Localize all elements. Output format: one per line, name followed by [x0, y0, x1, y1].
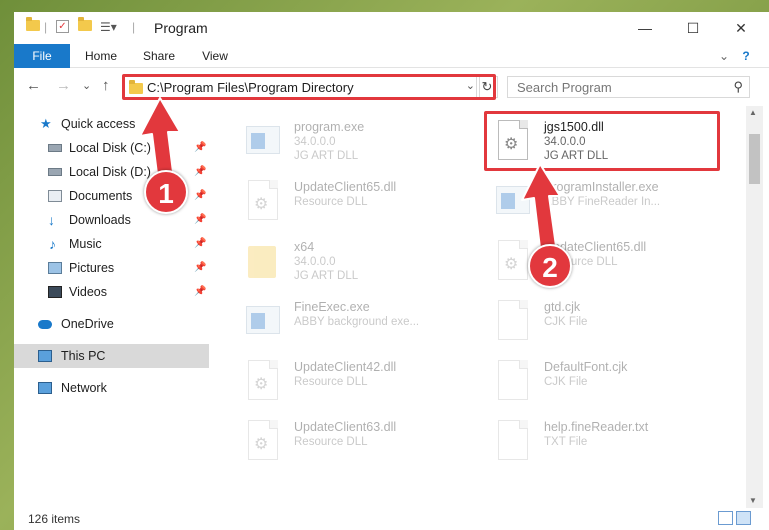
status-bar: 126 items: [14, 508, 769, 530]
customize-toolbar-icon[interactable]: ☰▾: [100, 20, 117, 34]
videos-icon: [48, 286, 62, 298]
tab-file[interactable]: File: [14, 44, 70, 68]
sidebar-item-music[interactable]: ♪ Music 📌: [14, 232, 209, 256]
file-item[interactable]: DefaultFont.cjk CJK File: [484, 354, 724, 410]
title-bar: | ✓ ☰▾ | Program — ☐ ✕: [14, 12, 769, 44]
pin-icon[interactable]: 📌: [194, 232, 206, 256]
exe-icon: [494, 180, 530, 224]
navigation-pane: ★ Quick access Local Disk (C:) 📌 Local D…: [14, 108, 209, 508]
tab-view[interactable]: View: [190, 44, 240, 68]
file-item[interactable]: FineExec.exe ABBY background exe...: [234, 294, 474, 350]
minimize-button[interactable]: —: [622, 12, 668, 44]
pin-icon[interactable]: 📌: [194, 184, 206, 208]
dll-icon: ⚙: [494, 240, 530, 284]
title-separator: |: [132, 20, 136, 34]
folder-icon: [244, 240, 280, 284]
star-icon: ★: [40, 116, 52, 131]
toolbar-separator: |: [44, 20, 48, 34]
up-button[interactable]: ↑: [102, 77, 110, 94]
search-input[interactable]: Search Program: [517, 80, 612, 95]
sidebar-item-videos[interactable]: Videos 📌: [14, 280, 209, 304]
tab-share[interactable]: Share: [134, 44, 184, 68]
step-1-badge: 1: [144, 170, 188, 214]
pin-icon[interactable]: 📌: [194, 208, 206, 232]
sidebar-item-quick-access[interactable]: ★ Quick access: [14, 112, 209, 136]
network-icon: [38, 382, 52, 394]
close-button[interactable]: ✕: [718, 12, 764, 44]
drive-icon: [48, 168, 62, 176]
sidebar-item-pictures[interactable]: Pictures 📌: [14, 256, 209, 280]
pin-icon[interactable]: 📌: [194, 160, 206, 184]
sidebar-item-network[interactable]: Network: [14, 376, 209, 400]
ribbon-expand-icon[interactable]: ⌄: [714, 44, 734, 68]
sidebar-item-onedrive[interactable]: OneDrive: [14, 312, 209, 336]
sidebar-item-this-pc[interactable]: This PC: [14, 344, 209, 368]
file-item[interactable]: ⚙ UpdateClient42.dll Resource DLL: [234, 354, 474, 410]
large-icons-view-button[interactable]: [736, 511, 751, 525]
search-icon[interactable]: ⚲: [733, 79, 743, 95]
maximize-button[interactable]: ☐: [670, 12, 716, 44]
computer-icon: [38, 350, 52, 362]
new-folder-icon[interactable]: [78, 17, 92, 31]
file-icon: [494, 420, 530, 464]
file-item[interactable]: help.fineReader.txt TXT File: [484, 414, 724, 470]
scroll-up-icon[interactable]: ▲: [749, 108, 757, 117]
music-icon: ♪: [49, 236, 56, 252]
details-view-button[interactable]: [718, 511, 733, 525]
exe-icon: [244, 120, 280, 164]
file-highlight-box: [484, 111, 720, 171]
pin-icon[interactable]: 📌: [194, 256, 206, 280]
address-row: ← → ⌄ ↑ C:\Program Files\Program Directo…: [14, 68, 769, 106]
sidebar-item-downloads[interactable]: ↓ Downloads 📌: [14, 208, 209, 232]
file-item[interactable]: ⚙ UpdateClient63.dll Resource DLL: [234, 414, 474, 470]
scroll-thumb[interactable]: [749, 134, 760, 184]
properties-icon[interactable]: ✓: [56, 20, 69, 33]
file-icon: [494, 300, 530, 344]
sidebar-item-local-disk-c[interactable]: Local Disk (C:) 📌: [14, 136, 209, 160]
recent-locations-button[interactable]: ⌄: [82, 79, 91, 92]
ribbon: File Home Share View ⌄ ?: [14, 44, 769, 68]
file-icon: [494, 360, 530, 404]
download-icon: ↓: [48, 212, 55, 228]
back-button[interactable]: ←: [26, 77, 41, 94]
dll-icon: ⚙: [244, 420, 280, 464]
file-item[interactable]: gtd.cjk CJK File: [484, 294, 724, 350]
forward-button[interactable]: →: [56, 77, 71, 94]
drive-icon: [48, 144, 62, 152]
pictures-icon: [48, 262, 62, 274]
item-count: 126 items: [28, 512, 81, 526]
vertical-scrollbar[interactable]: ▲ ▼: [746, 106, 763, 508]
cloud-icon: [38, 320, 52, 329]
pin-icon[interactable]: 📌: [194, 280, 206, 304]
file-item[interactable]: ⚙ UpdateClient65.dll Resource DLL: [234, 174, 474, 230]
help-icon[interactable]: ?: [736, 44, 756, 68]
quick-access-folder-icon[interactable]: [26, 17, 40, 31]
pin-icon[interactable]: 📌: [194, 136, 206, 160]
window-title: Program: [154, 20, 208, 36]
documents-icon: [48, 190, 62, 202]
tab-home[interactable]: Home: [76, 44, 126, 68]
file-item[interactable]: ⚙ UpdateClient65.dll Resource DLL: [484, 234, 724, 290]
dll-icon: ⚙: [244, 360, 280, 404]
dll-icon: ⚙: [244, 180, 280, 224]
address-highlight-box: [122, 74, 496, 100]
file-explorer-window: | ✓ ☰▾ | Program — ☐ ✕ File Home Share V…: [14, 12, 769, 530]
search-box[interactable]: Search Program ⚲: [507, 76, 750, 98]
file-item[interactable]: ProgramInstaller.exe ABBY FineReader In.…: [484, 174, 724, 230]
exe-icon: [244, 300, 280, 344]
scroll-down-icon[interactable]: ▼: [749, 496, 757, 505]
file-item[interactable]: program.exe 34.0.0.0 JG ART DLL: [234, 114, 474, 170]
file-item[interactable]: x64 34.0.0.0 JG ART DLL: [234, 234, 474, 290]
step-2-badge: 2: [528, 244, 572, 288]
